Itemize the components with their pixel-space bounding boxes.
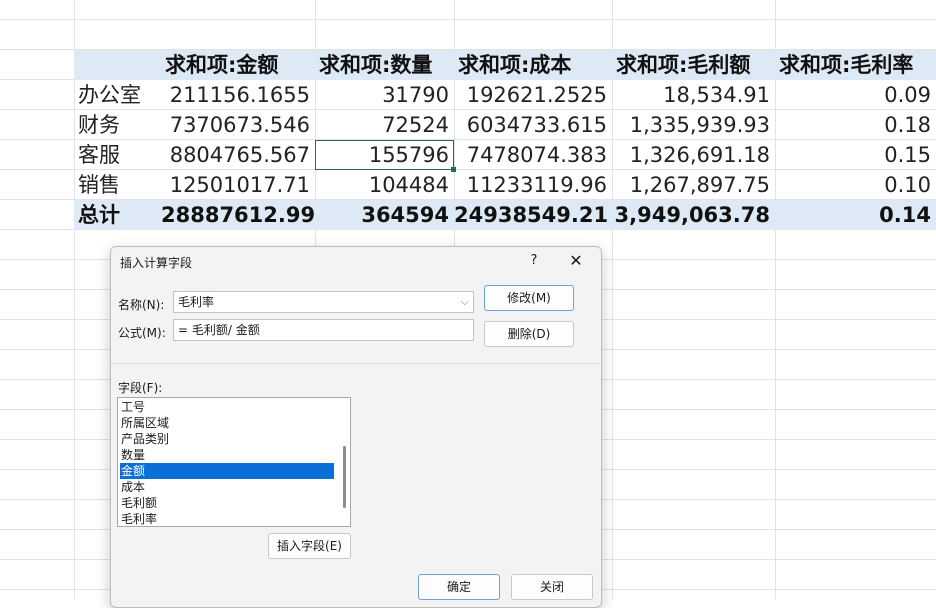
header-cost[interactable]: 求和项:成本: [454, 50, 612, 80]
cost-cell[interactable]: 192621.2525: [454, 80, 612, 110]
table-row: 办公室 211156.1655 31790 192621.2525 18,534…: [74, 80, 936, 110]
header-gross-profit[interactable]: 求和项:毛利额: [612, 50, 775, 80]
list-item-selected[interactable]: 金额: [120, 463, 334, 479]
name-combobox[interactable]: 毛利率 ⌵: [173, 291, 474, 313]
name-value: 毛利率: [178, 295, 215, 309]
help-button[interactable]: ?: [527, 253, 541, 268]
ok-button[interactable]: 确定: [418, 574, 500, 600]
profit-cell[interactable]: 1,335,939.93: [612, 110, 775, 140]
quantity-cell[interactable]: 72524: [315, 110, 454, 140]
cost-cell[interactable]: 7478074.383: [454, 140, 612, 170]
name-label: 名称(N):: [118, 298, 165, 312]
row-label[interactable]: 财务: [74, 110, 161, 140]
header-gross-margin[interactable]: 求和项:毛利率: [775, 50, 936, 80]
chevron-down-icon[interactable]: ⌵: [461, 292, 469, 312]
formula-input[interactable]: = 毛利额/ 金额: [173, 319, 474, 341]
scrollbar-thumb[interactable]: [343, 446, 346, 508]
header-quantity[interactable]: 求和项:数量: [315, 50, 454, 80]
pivot-header-row: 求和项:金额 求和项:数量 求和项:成本 求和项:毛利额 求和项:毛利率: [74, 50, 936, 80]
list-item[interactable]: 数量: [120, 447, 334, 463]
list-item[interactable]: 所属区域: [120, 415, 334, 431]
margin-cell[interactable]: 0.15: [775, 140, 936, 170]
delete-button[interactable]: 删除(D): [484, 321, 574, 347]
cost-cell[interactable]: 11233119.96: [454, 170, 612, 200]
dialog-title: 插入计算字段: [120, 256, 193, 270]
table-row: 客服 8804765.567 155796 7478074.383 1,326,…: [74, 140, 936, 170]
formula-label: 公式(M):: [118, 326, 166, 340]
row-label[interactable]: 销售: [74, 170, 161, 200]
total-quantity-cell[interactable]: 364594: [315, 200, 454, 230]
profit-cell[interactable]: 18,534.91: [612, 80, 775, 110]
total-cost-cell[interactable]: 24938549.21: [454, 200, 612, 230]
profit-cell[interactable]: 1,267,897.75: [612, 170, 775, 200]
active-cell-border: [315, 140, 454, 170]
list-item[interactable]: 产品类别: [120, 431, 334, 447]
margin-cell[interactable]: 0.09: [775, 80, 936, 110]
table-row: 销售 12501017.71 104484 11233119.96 1,267,…: [74, 170, 936, 200]
header-amount[interactable]: 求和项:金额: [161, 50, 315, 80]
row-divider: [0, 19, 936, 20]
total-margin-cell[interactable]: 0.14: [775, 200, 936, 230]
divider: [111, 363, 599, 364]
fill-handle[interactable]: [451, 167, 456, 172]
modify-button[interactable]: 修改(M): [484, 285, 574, 311]
list-item[interactable]: 毛利率: [120, 511, 334, 526]
total-row: 总计 28887612.99 364594 24938549.21 3,949,…: [74, 200, 936, 230]
amount-cell[interactable]: 211156.1655: [161, 80, 315, 110]
list-item[interactable]: 工号: [120, 399, 334, 415]
insert-field-button[interactable]: 插入字段(E): [268, 533, 351, 559]
amount-cell[interactable]: 7370673.546: [161, 110, 315, 140]
fields-listbox[interactable]: 工号 所属区域 产品类别 数量 金额 成本 毛利额 毛利率: [117, 397, 351, 527]
quantity-cell[interactable]: 31790: [315, 80, 454, 110]
row-label[interactable]: 客服: [74, 140, 161, 170]
table-row: 财务 7370673.546 72524 6034733.615 1,335,9…: [74, 110, 936, 140]
close-icon[interactable]: ✕: [567, 251, 585, 270]
cost-cell[interactable]: 6034733.615: [454, 110, 612, 140]
insert-calculated-field-dialog: 插入计算字段 ? ✕ 名称(N): 毛利率 ⌵ 公式(M): = 毛利额/ 金额…: [110, 246, 602, 608]
list-item[interactable]: 成本: [120, 479, 334, 495]
amount-cell[interactable]: 12501017.71: [161, 170, 315, 200]
close-button[interactable]: 关闭: [511, 574, 593, 600]
total-amount-cell[interactable]: 28887612.99: [161, 200, 315, 230]
quantity-cell[interactable]: 104484: [315, 170, 454, 200]
row-label[interactable]: 办公室: [74, 80, 161, 110]
amount-cell[interactable]: 8804765.567: [161, 140, 315, 170]
profit-cell[interactable]: 1,326,691.18: [612, 140, 775, 170]
margin-cell[interactable]: 0.10: [775, 170, 936, 200]
total-profit-cell[interactable]: 3,949,063.78: [612, 200, 775, 230]
total-label[interactable]: 总计: [74, 200, 161, 230]
fields-label: 字段(F):: [118, 381, 163, 395]
list-item[interactable]: 毛利额: [120, 495, 334, 511]
margin-cell[interactable]: 0.18: [775, 110, 936, 140]
